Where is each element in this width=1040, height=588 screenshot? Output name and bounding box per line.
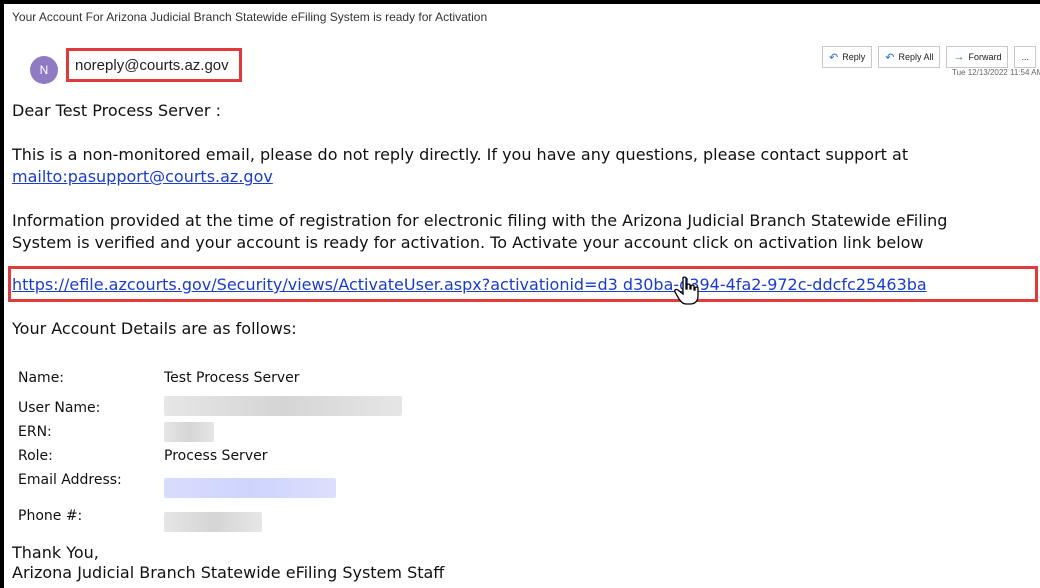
info-text-line2: System is verified and your account is r… xyxy=(12,233,924,252)
reply-all-button[interactable]: ↶ Reply All xyxy=(878,46,941,68)
reply-icon: ↶ xyxy=(829,51,839,64)
forward-label: Forward xyxy=(968,52,1002,62)
redacted-ern xyxy=(164,422,214,442)
details-heading: Your Account Details are as follows: xyxy=(12,319,297,338)
forward-button[interactable]: → Forward xyxy=(946,46,1009,68)
reply-label: Reply xyxy=(842,52,866,62)
detail-label: Name: xyxy=(18,370,65,386)
detail-value: Process Server xyxy=(164,448,268,464)
detail-label: User Name: xyxy=(18,400,101,416)
email-subject: Your Account For Arizona Judicial Branch… xyxy=(12,10,488,24)
greeting: Dear Test Process Server : xyxy=(12,101,221,120)
email-reading-pane: Your Account For Arizona Judicial Branch… xyxy=(4,4,1040,588)
detail-value: Test Process Server xyxy=(164,370,300,386)
message-actions: ↶ Reply ↶ Reply All → Forward ... xyxy=(822,46,1036,68)
activation-link[interactable]: https://efile.azcourts.gov/Security/view… xyxy=(12,275,927,294)
hand-cursor-icon xyxy=(674,276,699,305)
support-email-link[interactable]: mailto:pasupport@courts.az.gov xyxy=(12,167,273,186)
closing-signature: Arizona Judicial Branch Statewide eFilin… xyxy=(12,563,445,582)
detail-label: Phone #: xyxy=(18,508,83,524)
reply-button[interactable]: ↶ Reply xyxy=(822,46,873,68)
reply-all-icon: ↶ xyxy=(885,51,895,64)
sender-highlight-box: noreply@courts.az.gov xyxy=(66,48,242,82)
forward-icon: → xyxy=(953,51,965,63)
info-text-line1: Information provided at the time of regi… xyxy=(12,211,948,230)
more-actions-button[interactable]: ... xyxy=(1014,46,1036,68)
redacted-phone xyxy=(164,512,262,532)
avatar-initial: N xyxy=(39,63,49,77)
redacted-email xyxy=(164,478,336,498)
detail-label: Role: xyxy=(18,448,53,464)
sender-address[interactable]: noreply@courts.az.gov xyxy=(75,57,229,74)
received-date: Tue 12/13/2022 11:54 AM xyxy=(952,68,1040,77)
closing-thanks: Thank You, xyxy=(12,543,99,562)
sender-avatar[interactable]: N xyxy=(30,56,58,84)
more-icon: ... xyxy=(1021,52,1029,62)
detail-label: ERN: xyxy=(18,424,52,440)
detail-label: Email Address: xyxy=(18,472,122,488)
reply-all-label: Reply All xyxy=(898,52,934,62)
redacted-username xyxy=(164,396,402,416)
notice-text: This is a non-monitored email, please do… xyxy=(12,145,909,164)
